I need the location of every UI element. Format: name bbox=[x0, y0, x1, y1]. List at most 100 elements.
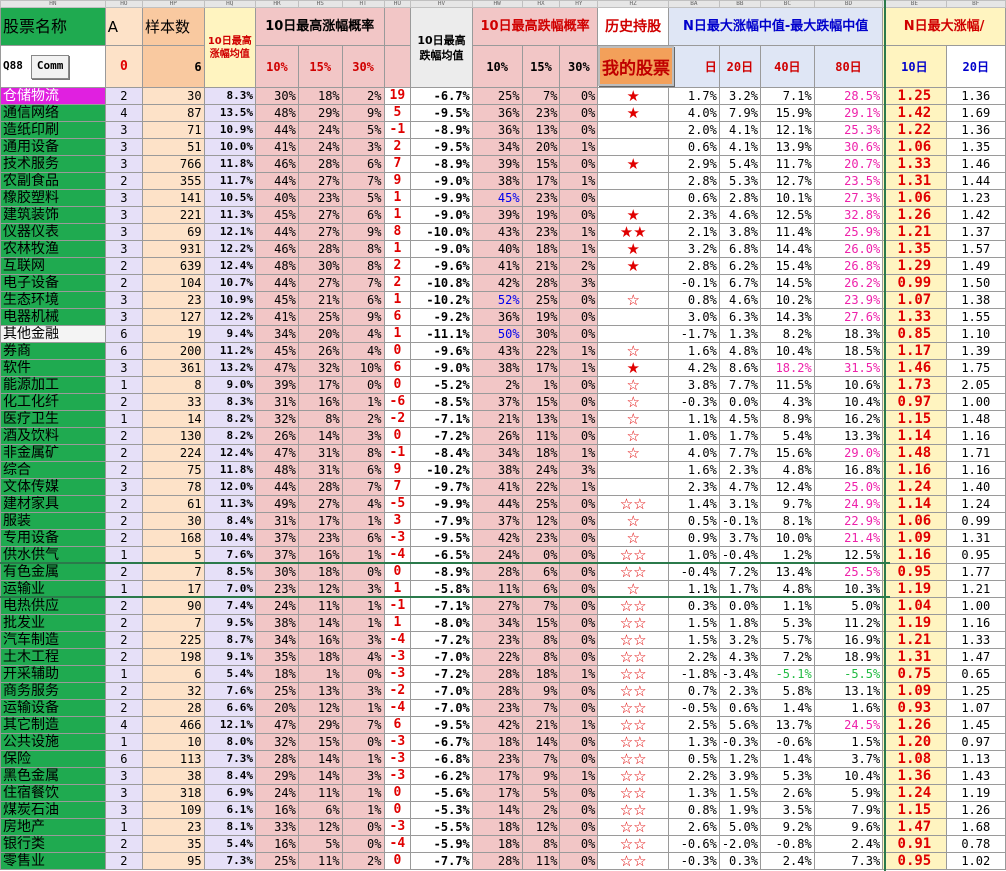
fall-avg[interactable]: -8.9% bbox=[410, 121, 473, 139]
a-value[interactable]: 2 bbox=[104, 444, 143, 462]
median-10d[interactable]: 1.5% bbox=[667, 631, 720, 649]
column-letter[interactable]: BB bbox=[718, 0, 761, 8]
nmax-10d[interactable]: 1.16 bbox=[882, 546, 947, 564]
rise-prob-10[interactable]: 33% bbox=[255, 818, 299, 836]
sample-count[interactable]: 19 bbox=[141, 325, 205, 343]
rise-prob-15[interactable]: 29% bbox=[297, 104, 343, 122]
median-40d[interactable]: 4.8% bbox=[759, 580, 815, 598]
rise-prob-10[interactable]: 47% bbox=[255, 359, 299, 377]
fall-prob-30[interactable]: 3% bbox=[559, 274, 599, 292]
median-10d[interactable]: 1.6% bbox=[667, 342, 720, 360]
nmax-10d[interactable]: 1.19 bbox=[882, 614, 947, 632]
median-80d[interactable]: 10.4% bbox=[813, 393, 884, 411]
rise-prob-10[interactable]: 31% bbox=[255, 393, 299, 411]
avg-rise[interactable]: 10.9% bbox=[203, 121, 257, 139]
median-20d[interactable]: -0.1% bbox=[718, 512, 761, 530]
industry-name[interactable]: 非金属矿 bbox=[0, 444, 106, 462]
history-star-icon[interactable] bbox=[597, 478, 669, 496]
industry-name[interactable]: 建筑装饰 bbox=[0, 206, 106, 224]
industry-name[interactable]: 电器机械 bbox=[0, 308, 106, 326]
table-row[interactable]: 能源加工 1 8 9.0% 39% 17% 0% 0 -5.2% 2% 1% 0% ☆ 3.8% 7.7% 1… bbox=[0, 376, 1006, 394]
median-80d[interactable]: 13.3% bbox=[813, 427, 884, 445]
industry-name[interactable]: 黑色金属 bbox=[0, 767, 106, 785]
median-20d[interactable]: 7.9% bbox=[718, 104, 761, 122]
fall-prob-30[interactable]: 1% bbox=[559, 478, 599, 496]
median-20d[interactable]: 5.3% bbox=[718, 172, 761, 190]
fall-prob-15[interactable]: 21% bbox=[521, 716, 561, 734]
avg-rise[interactable]: 7.6% bbox=[203, 682, 257, 700]
fall-prob-10[interactable]: 39% bbox=[471, 155, 523, 173]
industry-name[interactable]: 医疗卫生 bbox=[0, 410, 106, 428]
avg-rise[interactable]: 8.5% bbox=[203, 563, 257, 581]
rise-prob-10[interactable]: 47% bbox=[255, 716, 299, 734]
median-40d[interactable]: 5.3% bbox=[759, 614, 815, 632]
median-80d[interactable]: 26.2% bbox=[813, 274, 884, 292]
a-value[interactable]: 2 bbox=[104, 461, 143, 479]
rise-prob-30[interactable]: 8% bbox=[341, 444, 385, 462]
history-star-icon[interactable]: ☆☆ bbox=[597, 716, 669, 734]
nmax-20d[interactable]: 1.19 bbox=[945, 784, 1006, 802]
median-80d[interactable]: 7.3% bbox=[813, 852, 884, 870]
score[interactable]: 6 bbox=[383, 716, 412, 734]
table-row[interactable]: 非金属矿 2 224 12.4% 47% 31% 8% -1 -8.4% 34% 18% 1% ☆ 4.0… bbox=[0, 444, 1006, 462]
nmax-10d[interactable]: 1.04 bbox=[882, 597, 947, 615]
a-value[interactable]: 1 bbox=[104, 580, 143, 598]
rise-prob-30[interactable]: 3% bbox=[341, 631, 385, 649]
fall-prob-30[interactable]: 0% bbox=[559, 87, 599, 105]
fall-prob-15[interactable]: 12% bbox=[521, 512, 561, 530]
median-10d[interactable]: 3.0% bbox=[667, 308, 720, 326]
table-row[interactable]: 橡胶塑料 3 141 10.5% 40% 23% 5% 1 -9.9% 45% 23% 0% 0.6% 2… bbox=[0, 189, 1006, 207]
rise-prob-30[interactable]: 3% bbox=[341, 138, 385, 156]
fall-prob-30[interactable]: 0% bbox=[559, 818, 599, 836]
nmax-10d[interactable]: 1.46 bbox=[882, 359, 947, 377]
score[interactable]: -3 bbox=[383, 818, 412, 836]
fall-prob-30[interactable]: 0% bbox=[559, 495, 599, 513]
fall-avg[interactable]: -10.2% bbox=[410, 461, 473, 479]
a-value[interactable]: 2 bbox=[104, 393, 143, 411]
a-value[interactable]: 3 bbox=[104, 478, 143, 496]
median-10d[interactable]: 2.1% bbox=[667, 223, 720, 241]
fall-prob-30[interactable]: 0% bbox=[559, 155, 599, 173]
nmax-20d[interactable]: 1.16 bbox=[945, 614, 1006, 632]
fall-prob-15[interactable]: 9% bbox=[521, 682, 561, 700]
fall-prob-15[interactable]: 22% bbox=[521, 342, 561, 360]
industry-name[interactable]: 煤炭石油 bbox=[0, 801, 106, 819]
fall-prob-10[interactable]: 22% bbox=[471, 648, 523, 666]
fall-prob-10[interactable]: 34% bbox=[471, 138, 523, 156]
fall-prob-15[interactable]: 18% bbox=[521, 240, 561, 258]
avg-rise[interactable]: 12.1% bbox=[203, 716, 257, 734]
history-star-icon[interactable]: ☆☆ bbox=[597, 631, 669, 649]
table-row[interactable]: 医疗卫生 1 14 8.2% 32% 8% 2% -2 -7.1% 21% 13% 1% ☆ 1.1% 4.… bbox=[0, 410, 1006, 428]
nmax-20d[interactable]: 1.13 bbox=[945, 750, 1006, 768]
fall-avg[interactable]: -9.2% bbox=[410, 308, 473, 326]
table-row[interactable]: 服装 2 30 8.4% 31% 17% 1% 3 -7.9% 37% 12% 0% ☆ 0.5% -0.1… bbox=[0, 512, 1006, 530]
fall-avg[interactable]: -6.7% bbox=[410, 733, 473, 751]
nmax-20d[interactable]: 1.47 bbox=[945, 648, 1006, 666]
table-row[interactable]: 批发业 2 7 9.5% 38% 14% 1% 1 -8.0% 34% 15% 0% ☆☆ 1.5% 1.8… bbox=[0, 614, 1006, 632]
fall-prob-10[interactable]: 18% bbox=[471, 818, 523, 836]
median-40d[interactable]: 1.4% bbox=[759, 699, 815, 717]
median-80d[interactable]: 26.0% bbox=[813, 240, 884, 258]
fall-prob-30[interactable]: 0% bbox=[559, 512, 599, 530]
rise-prob-15[interactable]: 14% bbox=[297, 427, 343, 445]
industry-name[interactable]: 券商 bbox=[0, 342, 106, 360]
history-star-icon[interactable]: ☆ bbox=[597, 580, 669, 598]
column-letter[interactable]: HQ bbox=[203, 0, 257, 8]
column-letter[interactable]: HX bbox=[521, 0, 561, 8]
rise-prob-15[interactable]: 12% bbox=[297, 818, 343, 836]
nmax-10d[interactable]: 1.22 bbox=[882, 121, 947, 139]
rise-prob-10[interactable]: 25% bbox=[255, 852, 299, 870]
avg-rise[interactable]: 5.4% bbox=[203, 835, 257, 853]
rise-prob-30[interactable]: 1% bbox=[341, 393, 385, 411]
nmax-20d[interactable]: 1.00 bbox=[945, 597, 1006, 615]
fall-avg[interactable]: -8.0% bbox=[410, 614, 473, 632]
sample-count[interactable]: 30 bbox=[141, 87, 205, 105]
score[interactable]: 0 bbox=[383, 427, 412, 445]
score[interactable]: -3 bbox=[383, 665, 412, 683]
fall-prob-30[interactable]: 1% bbox=[559, 716, 599, 734]
avg-rise[interactable]: 9.1% bbox=[203, 648, 257, 666]
fall-prob-10[interactable]: 17% bbox=[471, 784, 523, 802]
fall-prob-10[interactable]: 38% bbox=[471, 172, 523, 190]
rise-prob-15[interactable]: 27% bbox=[297, 274, 343, 292]
rise-prob-10[interactable]: 41% bbox=[255, 308, 299, 326]
